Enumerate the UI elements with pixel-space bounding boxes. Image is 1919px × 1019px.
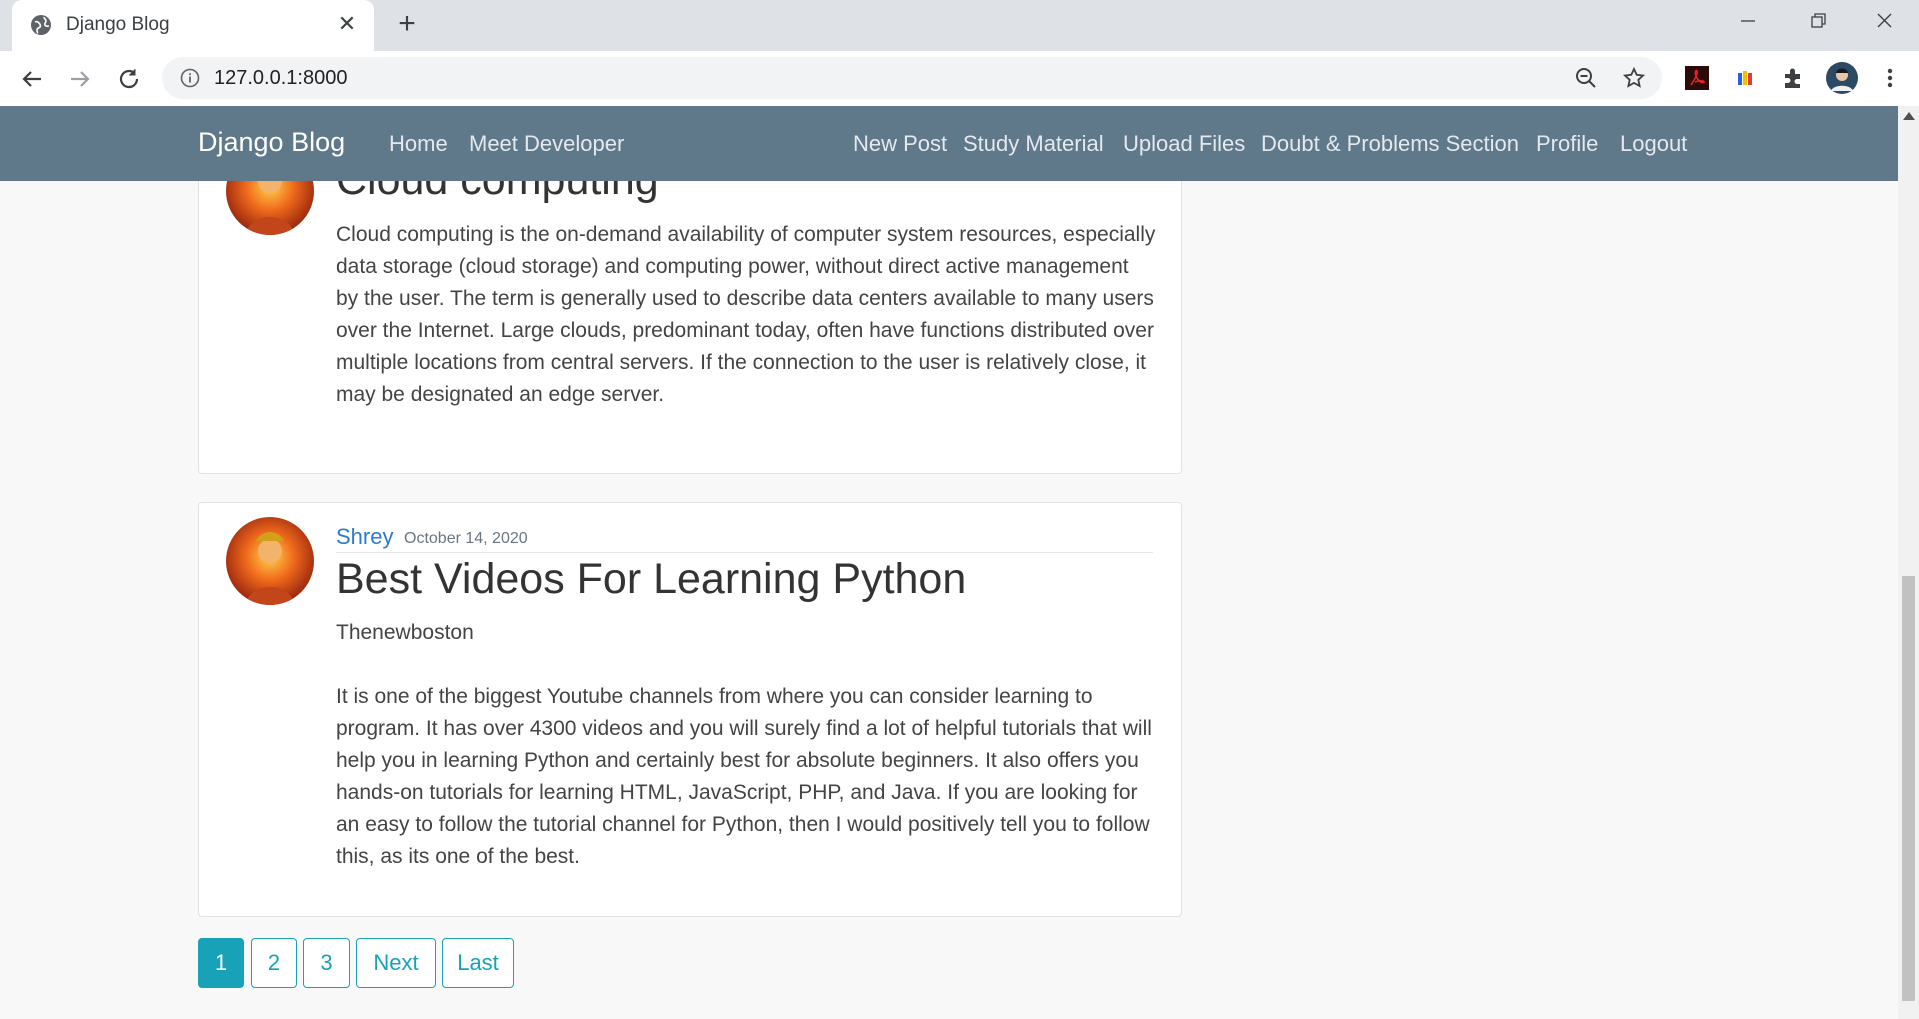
more-vert-icon[interactable]	[1876, 64, 1904, 92]
zoom-out-icon[interactable]	[1574, 66, 1598, 90]
site-navbar: Django Blog Home Meet Developer New Post…	[0, 106, 1898, 181]
nav-link-logout[interactable]: Logout	[1620, 131, 1687, 157]
site-brand[interactable]: Django Blog	[198, 127, 345, 158]
nav-link-profile[interactable]: Profile	[1536, 131, 1598, 157]
post-date: October 14, 2020	[404, 530, 528, 547]
close-icon[interactable]: ✕	[334, 11, 360, 37]
globe-icon	[31, 15, 51, 35]
restore-icon[interactable]	[1786, 0, 1848, 44]
browser-tab[interactable]: Django Blog ✕	[12, 0, 374, 51]
post-paragraph: It is one of the biggest Youtube channel…	[336, 685, 1152, 868]
nav-link-study-material[interactable]: Study Material	[963, 131, 1104, 157]
url-text[interactable]: 127.0.0.1:8000	[214, 67, 347, 90]
pdf-extension-icon[interactable]	[1683, 64, 1711, 92]
nav-link-new-post[interactable]: New Post	[853, 131, 947, 157]
scroll-thumb[interactable]	[1902, 576, 1915, 1001]
page-scrollbar[interactable]	[1898, 106, 1919, 1019]
post-title[interactable]: Best Videos For Learning Python	[336, 555, 966, 604]
color-extension-icon[interactable]	[1731, 64, 1759, 92]
post-content: Cloud computing is the on-demand availab…	[336, 219, 1156, 411]
nav-link-meet-developer[interactable]: Meet Developer	[469, 131, 624, 157]
star-icon[interactable]	[1622, 66, 1646, 90]
back-icon[interactable]	[16, 63, 48, 95]
post-content: Thenewboston It is one of the biggest Yo…	[336, 617, 1156, 873]
post-paragraph: Thenewboston	[336, 621, 474, 644]
browser-toolbar: 127.0.0.1:8000	[0, 51, 1919, 107]
page-button-2[interactable]: 2	[251, 938, 297, 988]
nav-link-home[interactable]: Home	[389, 131, 448, 157]
tab-title: Django Blog	[66, 14, 170, 35]
window-close-icon[interactable]	[1852, 0, 1914, 44]
page-button-1[interactable]: 1	[198, 938, 244, 988]
post-paragraph: Cloud computing is the on-demand availab…	[336, 223, 1156, 406]
scroll-up-arrow[interactable]	[1903, 112, 1915, 120]
profile-avatar[interactable]	[1826, 62, 1858, 94]
plus-icon[interactable]: +	[392, 9, 422, 40]
reload-icon[interactable]	[113, 63, 145, 95]
nav-link-upload-files[interactable]: Upload Files	[1123, 131, 1245, 157]
info-icon[interactable]	[180, 68, 200, 88]
tab-strip: Django Blog ✕ +	[0, 0, 1919, 51]
post-meta: Shrey October 14, 2020	[336, 518, 1153, 553]
post-card: Shrey October 14, 2020 Best Videos For L…	[198, 502, 1182, 917]
nav-link-doubt-problems[interactable]: Doubt & Problems Section	[1261, 131, 1519, 157]
post-author[interactable]: Shrey	[336, 524, 393, 550]
page-button-3[interactable]: 3	[303, 938, 350, 988]
minimize-icon[interactable]	[1716, 0, 1778, 44]
last-page-button[interactable]: Last	[442, 938, 514, 988]
address-bar[interactable]: 127.0.0.1:8000	[162, 57, 1662, 99]
forward-icon[interactable]	[64, 63, 96, 95]
page-viewport: Cloud computing Cloud computing is the o…	[0, 106, 1898, 1019]
author-avatar[interactable]	[226, 517, 314, 605]
post-card: Cloud computing Cloud computing is the o…	[198, 147, 1182, 474]
puzzle-icon[interactable]	[1779, 64, 1807, 92]
next-page-button[interactable]: Next	[356, 938, 436, 988]
